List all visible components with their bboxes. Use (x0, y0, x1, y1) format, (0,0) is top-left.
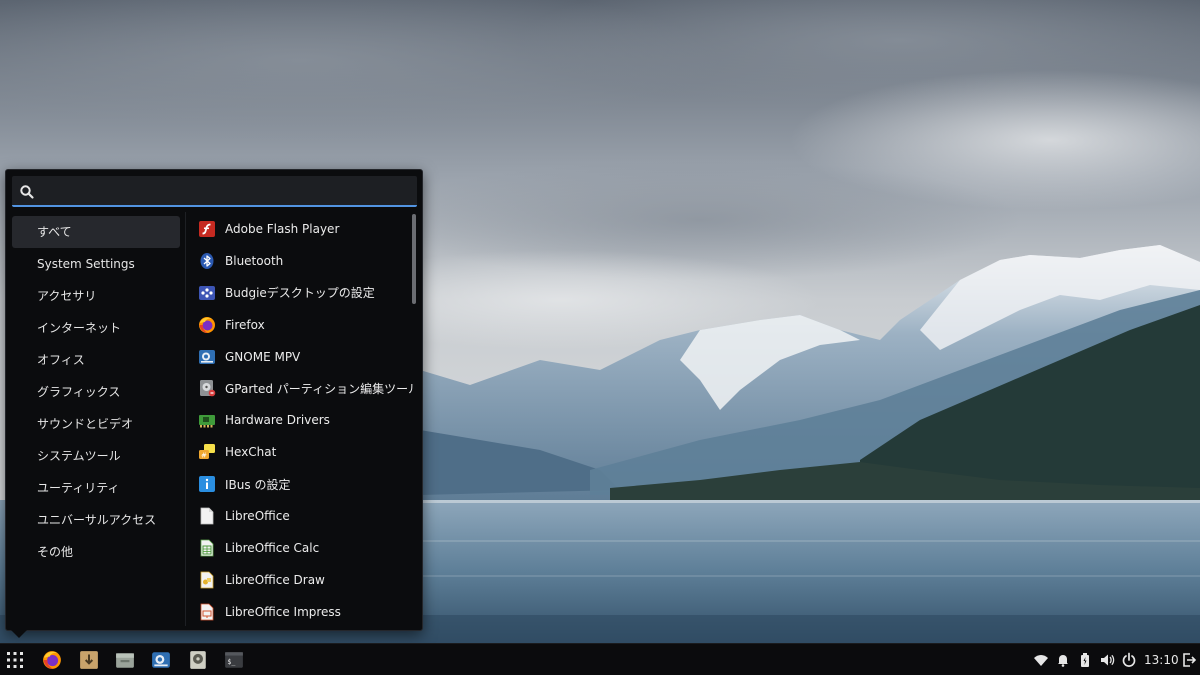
hexchat-icon: # (198, 443, 216, 461)
app-item-gparted[interactable]: GParted パーティション編集ツール (191, 372, 413, 404)
budgie-settings-icon (198, 284, 216, 302)
app-label: Budgieデスクトップの設定 (225, 286, 375, 301)
category-other[interactable]: その他 (12, 536, 180, 568)
bottom-panel: $_ 13:10 (0, 643, 1200, 675)
gparted-icon (198, 379, 216, 397)
app-label: GParted パーティション編集ツール (225, 381, 413, 396)
volume-icon[interactable] (1099, 652, 1115, 668)
libreoffice-calc-icon (198, 539, 216, 557)
app-item-libreoffice-impress[interactable]: LibreOffice Impress (191, 596, 413, 626)
firefox-icon (198, 316, 216, 334)
firefox-launcher-icon[interactable] (40, 648, 64, 672)
libreoffice-impress-icon (198, 603, 216, 621)
hardware-drivers-icon (198, 411, 216, 429)
category-graphics[interactable]: グラフィックス (12, 376, 180, 408)
app-label: LibreOffice (225, 508, 290, 523)
app-label: LibreOffice Impress (225, 604, 341, 619)
logout-icon[interactable] (1181, 652, 1197, 668)
notification-bell-icon[interactable] (1055, 652, 1071, 668)
app-label: LibreOffice Draw (225, 572, 325, 587)
app-label: Bluetooth (225, 253, 284, 268)
app-label: HexChat (225, 445, 277, 460)
category-internet[interactable]: インターネット (12, 312, 180, 344)
app-item-bluetooth[interactable]: Bluetooth (191, 245, 413, 277)
app-label: GNOME MPV (225, 349, 301, 364)
svg-text:$_: $_ (227, 658, 235, 666)
application-menu: すべて System Settings アクセサリ インターネット オフィス グ… (5, 169, 423, 631)
libreoffice-icon (198, 507, 216, 525)
category-system-tools[interactable]: システムツール (12, 440, 180, 472)
search-input[interactable] (42, 180, 411, 204)
terminal-icon[interactable]: $_ (222, 648, 246, 672)
app-list: Adobe Flash Player Bluetooth Budgieデスクトッ… (191, 213, 413, 626)
search-box[interactable] (12, 176, 417, 207)
disk-tool-icon[interactable] (186, 648, 210, 672)
category-all[interactable]: すべて (12, 216, 180, 248)
libreoffice-draw-icon (198, 571, 216, 589)
category-system-settings[interactable]: System Settings (12, 248, 180, 280)
menu-divider (185, 212, 186, 626)
app-list-scrollbar[interactable] (412, 214, 416, 304)
gnome-mpv-launcher-icon[interactable] (149, 648, 173, 672)
category-sound-video[interactable]: サウンドとビデオ (12, 408, 180, 440)
app-item-adobe-flash-player[interactable]: Adobe Flash Player (191, 213, 413, 245)
flash-player-icon (198, 220, 216, 238)
app-grid-icon[interactable] (3, 648, 27, 672)
app-label: LibreOffice Calc (225, 540, 320, 555)
ibus-info-icon (198, 475, 216, 493)
power-icon[interactable] (1121, 652, 1137, 668)
app-label: Adobe Flash Player (225, 221, 340, 236)
battery-icon[interactable] (1077, 652, 1093, 668)
app-item-ibus-settings[interactable]: IBus の設定 (191, 468, 413, 500)
app-label: Firefox (225, 317, 265, 332)
app-item-firefox[interactable]: Firefox (191, 309, 413, 341)
file-manager-icon[interactable] (113, 648, 137, 672)
bluetooth-icon (198, 252, 216, 270)
svg-text:#: # (201, 452, 207, 460)
app-item-libreoffice-draw[interactable]: LibreOffice Draw (191, 564, 413, 596)
app-item-libreoffice[interactable]: LibreOffice (191, 500, 413, 532)
app-item-hexchat[interactable]: # HexChat (191, 436, 413, 468)
app-item-gnome-mpv[interactable]: GNOME MPV (191, 341, 413, 373)
software-installer-icon[interactable] (77, 648, 101, 672)
category-office[interactable]: オフィス (12, 344, 180, 376)
gnome-mpv-icon (198, 348, 216, 366)
category-list: すべて System Settings アクセサリ インターネット オフィス グ… (12, 216, 180, 568)
app-label: Hardware Drivers (225, 413, 330, 428)
app-label: IBus の設定 (225, 477, 291, 492)
category-universal-access[interactable]: ユニバーサルアクセス (12, 504, 180, 536)
app-item-libreoffice-calc[interactable]: LibreOffice Calc (191, 532, 413, 564)
app-item-hardware-drivers[interactable]: Hardware Drivers (191, 404, 413, 436)
category-utilities[interactable]: ユーティリティ (12, 472, 180, 504)
search-icon (19, 184, 35, 200)
category-accessories[interactable]: アクセサリ (12, 280, 180, 312)
clock[interactable]: 13:10 (1144, 644, 1179, 676)
app-item-budgie-settings[interactable]: Budgieデスクトップの設定 (191, 277, 413, 309)
menu-pointer (11, 630, 27, 638)
wifi-icon[interactable] (1033, 652, 1049, 668)
